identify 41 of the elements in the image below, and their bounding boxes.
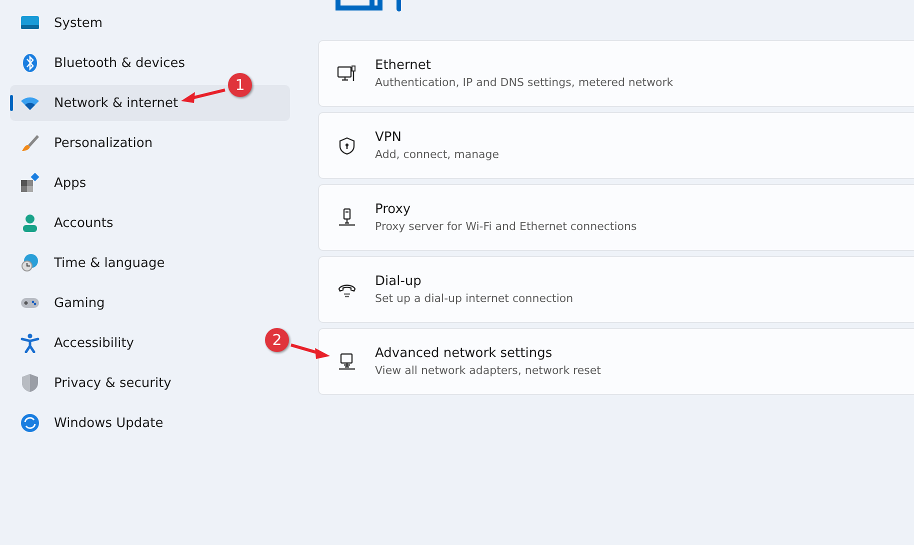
person-icon bbox=[20, 213, 40, 233]
server-icon bbox=[337, 208, 357, 228]
settings-card[interactable]: Proxy Proxy server for Wi-Fi and Ethernet connections bbox=[318, 184, 914, 251]
settings-card[interactable]: Advanced network settings View all network adapters, network reset bbox=[318, 328, 914, 395]
computer-network-icon bbox=[337, 352, 357, 372]
annotation-arrow bbox=[290, 344, 330, 359]
card-title: Proxy bbox=[375, 202, 412, 217]
sidebar-item[interactable]: Accessibility bbox=[10, 325, 260, 361]
sidebar-item[interactable]: Apps bbox=[10, 165, 260, 201]
bluetooth-icon bbox=[20, 53, 40, 73]
paintbrush-icon bbox=[20, 133, 40, 153]
card-description: View all network adapters, network reset bbox=[375, 364, 601, 377]
card-description: Add, connect, manage bbox=[375, 148, 500, 161]
apps-icon bbox=[20, 173, 40, 193]
sidebar-item[interactable]: Time & language bbox=[10, 245, 260, 281]
shield-icon bbox=[337, 136, 357, 156]
card-title: Ethernet bbox=[375, 58, 432, 73]
sidebar-item[interactable]: Windows Update bbox=[10, 405, 260, 441]
globe-clock-icon bbox=[20, 253, 40, 273]
annotation-arrow bbox=[181, 88, 226, 103]
sidebar-item[interactable]: Privacy & security bbox=[10, 365, 260, 401]
settings-card[interactable]: Ethernet Authentication, IP and DNS settings, metered network bbox=[318, 40, 914, 107]
settings-card[interactable]: VPN Add, connect, manage bbox=[318, 112, 914, 179]
sidebar-item[interactable]: Accounts bbox=[10, 205, 260, 241]
monitor-icon bbox=[337, 64, 357, 84]
card-title: VPN bbox=[375, 130, 402, 145]
sidebar-item[interactable]: System bbox=[10, 5, 260, 41]
card-description: Set up a dial-up internet connection bbox=[375, 292, 574, 305]
card-description: Authentication, IP and DNS settings, metered network bbox=[375, 76, 674, 89]
card-title: Dial-up bbox=[375, 274, 422, 289]
shield-icon bbox=[20, 373, 40, 393]
step-number-badge: 1 bbox=[228, 73, 252, 97]
update-icon bbox=[20, 413, 40, 433]
settings-card[interactable]: Dial-up Set up a dial-up internet connection bbox=[318, 256, 914, 323]
sidebar-item[interactable]: Personalization bbox=[10, 125, 260, 161]
step-number-badge: 2 bbox=[265, 328, 289, 352]
sidebar-item[interactable]: Gaming bbox=[10, 285, 260, 321]
accessibility-icon bbox=[20, 333, 40, 353]
card-title: Advanced network settings bbox=[375, 346, 554, 361]
card-description: Proxy server for Wi-Fi and Ethernet connections bbox=[375, 220, 637, 233]
network-icon bbox=[335, 0, 401, 12]
